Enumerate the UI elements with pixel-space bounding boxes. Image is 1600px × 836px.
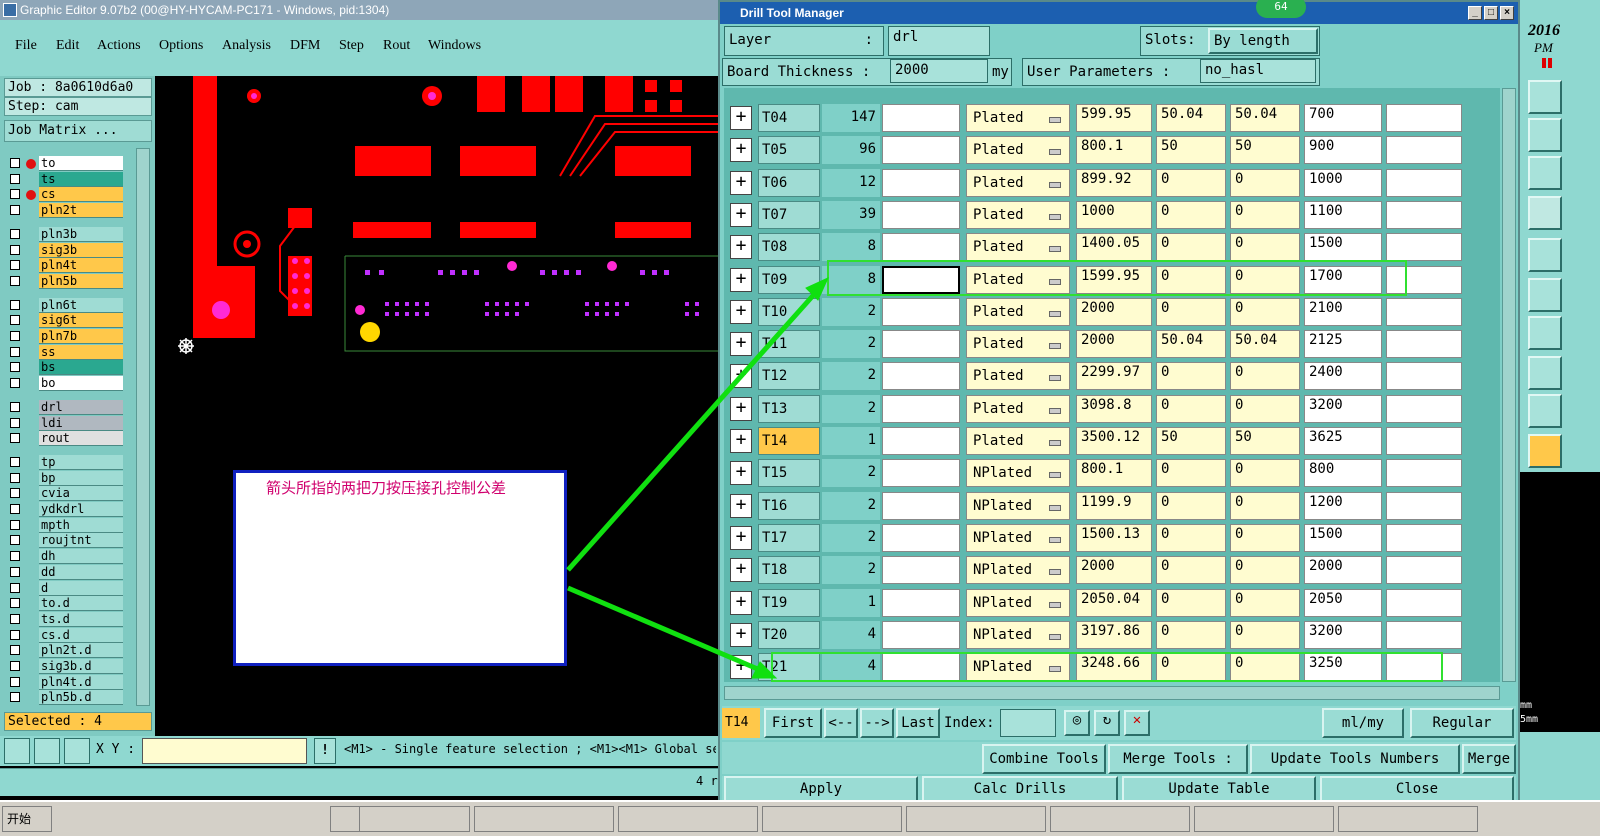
route-icon[interactable]	[1528, 394, 1562, 428]
clock-indicator	[1542, 58, 1546, 68]
taskbar-item-3[interactable]	[618, 806, 758, 832]
copy-icon[interactable]	[1528, 356, 1562, 390]
taskbar-item-7[interactable]	[1194, 806, 1334, 832]
clock-ampm: PM	[1534, 40, 1553, 55]
taskbar: 开始	[0, 800, 1600, 836]
taskbar-item-4[interactable]	[762, 806, 902, 832]
connect-icon[interactable]	[1528, 278, 1562, 312]
clock-year: 2016	[1528, 22, 1560, 39]
quick-launch	[60, 806, 360, 832]
taskbar-item-1[interactable]	[330, 806, 470, 832]
pad-icon[interactable]	[1528, 238, 1562, 272]
select-icon[interactable]	[1528, 434, 1562, 468]
help-icon[interactable]	[1528, 156, 1562, 190]
start-button[interactable]: 开始	[2, 806, 52, 832]
taskbar-item-5[interactable]	[906, 806, 1046, 832]
scale-mm: mm	[1520, 700, 1533, 711]
taskbar-item-2[interactable]	[474, 806, 614, 832]
taskbar-item-8[interactable]	[1338, 806, 1478, 832]
right-toolbar: 2016 PM mm 5mm	[1520, 0, 1600, 802]
flip-icon[interactable]	[1528, 316, 1562, 350]
taskbar-item-6[interactable]	[1050, 806, 1190, 832]
drill-icon[interactable]	[1528, 196, 1562, 230]
snap-icon[interactable]	[1528, 118, 1562, 152]
panel-layout-icon[interactable]	[1528, 80, 1562, 114]
right-canvas-strip	[1520, 472, 1600, 732]
scale-5mm: 5mm	[1520, 714, 1539, 725]
annotation-overlay	[566, 260, 1443, 682]
